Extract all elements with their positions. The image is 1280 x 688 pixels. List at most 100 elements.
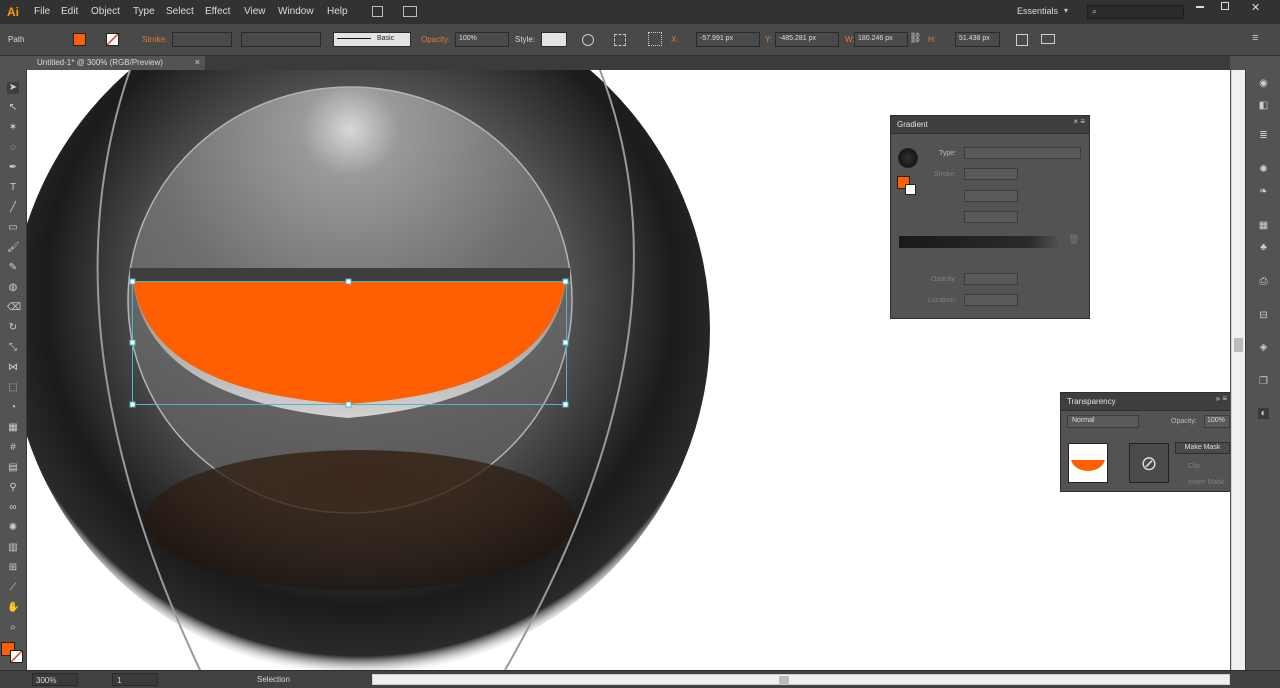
- rectangle-tool-icon[interactable]: ▭: [7, 222, 19, 234]
- horizontal-scrollbar[interactable]: [372, 674, 1230, 685]
- link-icon[interactable]: ⛓: [909, 33, 922, 44]
- close-icon[interactable]: ✕: [1251, 1, 1260, 14]
- minimize-icon[interactable]: [1196, 6, 1204, 8]
- pen-tool-icon[interactable]: ✒: [7, 162, 19, 174]
- pencil-tool-icon[interactable]: ✎: [7, 262, 19, 274]
- gradient-stroke-options[interactable]: [964, 168, 1018, 180]
- gradient-opacity-field[interactable]: [964, 273, 1018, 285]
- paintbrush-tool-icon[interactable]: 🖌: [7, 242, 20, 254]
- fill-swatch[interactable]: [73, 33, 86, 46]
- stroke-weight-field[interactable]: [172, 32, 232, 47]
- graphic-style-swatch[interactable]: [541, 32, 567, 47]
- document-info-icon[interactable]: ◧: [1258, 100, 1269, 111]
- invert-mask-checkbox[interactable]: Invert Mask: [1188, 479, 1224, 486]
- width-field[interactable]: 180.246 px: [854, 32, 908, 47]
- recolor-artwork-icon[interactable]: [582, 34, 594, 46]
- align-to-selection-icon[interactable]: [614, 34, 626, 46]
- line-tool-icon[interactable]: ╱: [7, 202, 19, 214]
- opacity-field[interactable]: 100%: [455, 32, 509, 47]
- brush-definition[interactable]: Basic: [333, 32, 411, 47]
- gradient-preview-swatch[interactable]: [898, 148, 918, 168]
- layers-icon[interactable]: ◈: [1258, 342, 1269, 353]
- workspace-switcher[interactable]: Essentials: [1017, 6, 1058, 16]
- bridge-icon[interactable]: [372, 6, 383, 17]
- gradient-tool-icon[interactable]: ▤: [7, 462, 19, 474]
- width-tool-icon[interactable]: ⋈: [7, 362, 19, 374]
- graphic-styles-icon[interactable]: ▦: [1258, 220, 1269, 231]
- panel-options-icon[interactable]: » ≡: [1216, 394, 1227, 403]
- panel-menu-icon[interactable]: ≡: [1252, 32, 1258, 44]
- zoom-dropdown[interactable]: 300%: [32, 673, 78, 686]
- object-thumbnail[interactable]: [1068, 443, 1108, 483]
- trash-icon[interactable]: 🗑: [1068, 234, 1079, 245]
- menu-type[interactable]: Type: [133, 6, 155, 17]
- maximize-icon[interactable]: [1221, 2, 1229, 10]
- eyedropper-tool-icon[interactable]: ⚲: [7, 482, 19, 494]
- height-field[interactable]: 51.438 px: [955, 32, 1000, 47]
- document-tab[interactable]: Untitled-1* @ 300% (RGB/Preview) ×: [30, 56, 205, 70]
- direct-selection-tool-icon[interactable]: ↖: [7, 102, 19, 114]
- graph-tool-icon[interactable]: ▥: [7, 542, 19, 554]
- brushes-icon[interactable]: ✺: [1258, 164, 1269, 175]
- x-field[interactable]: -57.991 px: [696, 32, 760, 47]
- vertical-scrollbar[interactable]: [1231, 70, 1245, 670]
- free-transform-tool-icon[interactable]: ⬚: [7, 382, 19, 394]
- no-mask-icon[interactable]: ⊘: [1129, 443, 1169, 483]
- blob-brush-tool-icon[interactable]: ◍: [7, 282, 19, 294]
- scale-tool-icon[interactable]: ⤡: [7, 342, 19, 354]
- gradient-aspect-field[interactable]: [964, 211, 1018, 223]
- close-panel-icon[interactable]: × ≡: [1073, 117, 1085, 126]
- transform-icon[interactable]: [1016, 34, 1028, 46]
- symbol-sprayer-tool-icon[interactable]: ✺: [7, 522, 19, 534]
- artboard-navigator[interactable]: 1: [112, 673, 158, 686]
- menu-window[interactable]: Window: [278, 6, 314, 17]
- gradient-stroke-swatch[interactable]: [905, 184, 916, 195]
- stroke-color-swatch[interactable]: [10, 650, 23, 663]
- lasso-tool-icon[interactable]: ◌: [7, 142, 19, 154]
- rotate-tool-icon[interactable]: ↻: [7, 322, 19, 334]
- scroll-thumb[interactable]: [1234, 338, 1243, 352]
- transparency-dock-icon[interactable]: ◐: [1258, 408, 1269, 419]
- h-scroll-thumb[interactable]: [779, 676, 789, 684]
- shape-builder-tool-icon[interactable]: ◔: [7, 402, 19, 414]
- symbols-icon[interactable]: ❧: [1258, 186, 1269, 197]
- menu-object[interactable]: Object: [91, 6, 120, 17]
- artboards-icon[interactable]: ❐: [1258, 376, 1269, 387]
- variable-width-profile[interactable]: [241, 32, 321, 47]
- export-icon[interactable]: ⎙: [1258, 276, 1269, 287]
- hand-tool-icon[interactable]: ✋: [7, 602, 19, 614]
- gradient-angle-field[interactable]: [964, 190, 1018, 202]
- menu-edit[interactable]: Edit: [61, 6, 78, 17]
- clip-checkbox[interactable]: Clip: [1188, 463, 1200, 470]
- gradient-slider-bar[interactable]: [899, 236, 1061, 248]
- transparency-panel-header[interactable]: Transparency » ≡: [1061, 393, 1230, 411]
- reference-point-icon[interactable]: [648, 32, 662, 46]
- appearance-icon[interactable]: ♣: [1258, 242, 1269, 253]
- magic-wand-tool-icon[interactable]: ✶: [7, 122, 19, 134]
- artboard-tool-icon[interactable]: ⊞: [7, 562, 19, 574]
- type-tool-icon[interactable]: T: [7, 182, 19, 194]
- menu-select[interactable]: Select: [166, 6, 194, 17]
- blend-tool-icon[interactable]: ∞: [7, 502, 19, 514]
- artboard-canvas[interactable]: Gradient × ≡ Type: Stroke: 🗑 Opacity: Lo…: [27, 70, 1230, 670]
- swatches-icon[interactable]: ≣: [1258, 130, 1269, 141]
- blend-mode-dropdown[interactable]: Normal: [1067, 415, 1139, 428]
- arrange-documents-icon[interactable]: [403, 6, 417, 17]
- align-icon[interactable]: ⊟: [1258, 310, 1269, 321]
- gradient-panel-header[interactable]: Gradient × ≡: [891, 116, 1089, 134]
- gradient-location-field[interactable]: [964, 294, 1018, 306]
- close-tab-icon[interactable]: ×: [195, 57, 200, 67]
- mesh-tool-icon[interactable]: #: [7, 442, 19, 454]
- stroke-swatch[interactable]: [106, 33, 119, 46]
- selection-tool-icon[interactable]: ➤: [7, 82, 19, 94]
- menu-view[interactable]: View: [244, 6, 266, 17]
- eraser-tool-icon[interactable]: ⌫: [7, 302, 21, 314]
- perspective-grid-tool-icon[interactable]: ▦: [7, 422, 19, 434]
- menu-help[interactable]: Help: [327, 6, 348, 17]
- slice-tool-icon[interactable]: ⟋: [7, 582, 19, 594]
- transparency-opacity-field[interactable]: 100%: [1204, 415, 1230, 428]
- zoom-tool-icon[interactable]: ⌕: [7, 622, 19, 634]
- y-field[interactable]: -485.281 px: [775, 32, 839, 47]
- isolate-icon[interactable]: [1041, 34, 1055, 44]
- make-mask-button[interactable]: Make Mask: [1175, 442, 1230, 454]
